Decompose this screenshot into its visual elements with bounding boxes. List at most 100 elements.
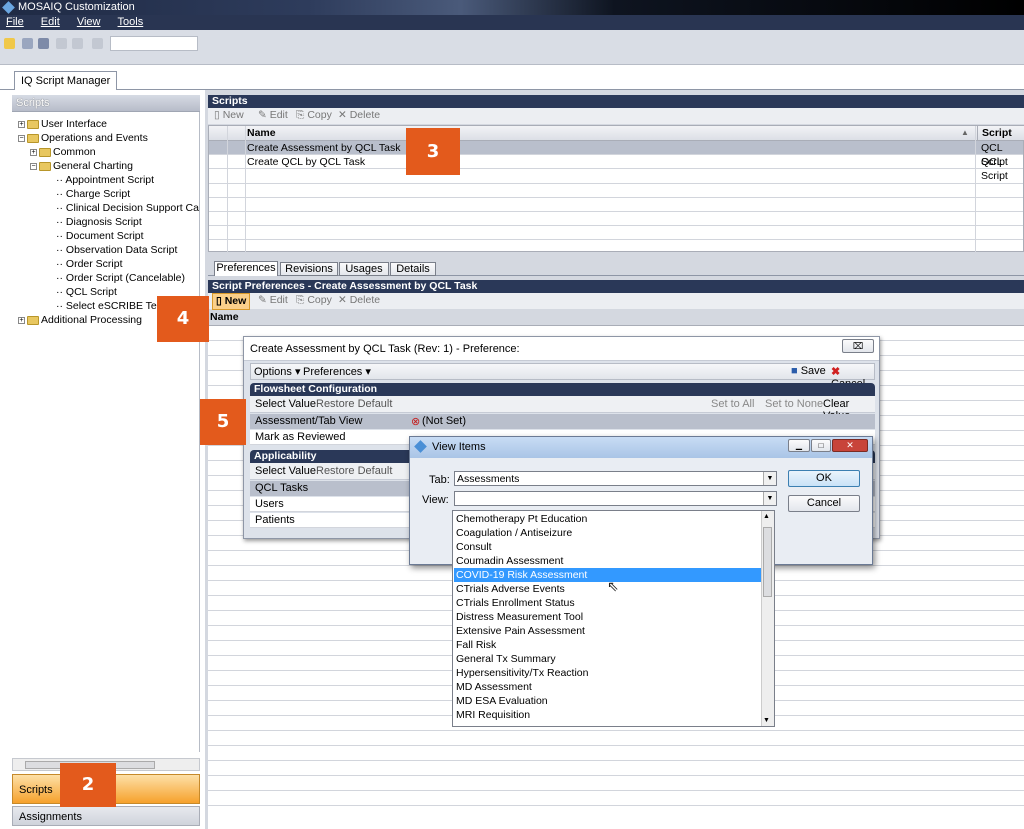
tree-item-clinical-decision[interactable]: ·· Clinical Decision Support Care <box>56 201 199 215</box>
list-item[interactable]: MD Assessment <box>454 680 761 694</box>
view-items-titlebar: View Items ▁ □ ✕ <box>410 437 872 458</box>
list-item[interactable]: MRI Requisition <box>454 708 761 722</box>
list-item[interactable]: Chemotherapy Pt Education <box>454 512 761 526</box>
tab-revisions[interactable]: Revisions <box>280 262 338 276</box>
col-name[interactable]: Name <box>247 126 276 140</box>
tree-item-additional-processing[interactable]: + Additional Processing <box>18 313 142 327</box>
tree-item-operations-and-events[interactable]: − Operations and Events <box>18 131 148 145</box>
save-all-icon[interactable] <box>38 38 49 49</box>
tree-item-observation-data-script[interactable]: ·· Observation Data Script <box>56 243 177 257</box>
preference-dialog-titlebar: Create Assessment by QCL Task (Rev: 1) -… <box>244 337 879 361</box>
scripts-delete-button[interactable]: ✕ Delete <box>338 108 380 123</box>
tree-item-charge-script[interactable]: ·· Charge Script <box>56 187 130 201</box>
list-item[interactable]: Coumadin Assessment <box>454 554 761 568</box>
tab-usages[interactable]: Usages <box>339 262 389 276</box>
app-restore-default-button[interactable]: Restore Default <box>316 465 392 477</box>
list-item[interactable]: Extensive Pain Assessment <box>454 624 761 638</box>
ok-button[interactable]: OK <box>788 470 860 487</box>
script-tree: + User Interface − Operations and Events +… <box>12 112 200 752</box>
prefs-edit-button[interactable]: ✎ Edit <box>258 293 288 308</box>
tab-preferences[interactable]: Preferences <box>214 261 278 276</box>
maximize-icon[interactable]: □ <box>811 439 831 452</box>
mouse-cursor-icon: ⇖ <box>607 578 619 594</box>
app-icon <box>2 1 15 14</box>
tree-item-diagnosis-script[interactable]: ·· Diagnosis Script <box>56 215 142 229</box>
prefs-new-button[interactable]: ▯ New <box>212 293 251 310</box>
tree-item-order-script-cancelable[interactable]: ·· Order Script (Cancelable) <box>56 271 185 285</box>
col-pref-name[interactable]: Name <box>210 310 239 324</box>
list-item[interactable]: Coagulation / Antiseizure <box>454 526 761 540</box>
view-items-title: View Items <box>432 441 486 453</box>
redo-icon[interactable] <box>72 38 83 49</box>
tree-item-order-script[interactable]: ·· Order Script <box>56 257 123 271</box>
prefs-delete-button[interactable]: ✕ Delete <box>338 293 380 308</box>
select-value-button[interactable]: Select Value <box>255 398 316 410</box>
menu-file[interactable]: File <box>6 16 24 28</box>
close-icon[interactable]: ⌧ <box>842 339 874 353</box>
table-row[interactable]: Create Assessment by QCL Task QCL Script <box>209 141 1023 168</box>
menu-tools[interactable]: Tools <box>118 16 144 28</box>
list-item[interactable]: Distress Measurement Tool <box>454 610 761 624</box>
scripts-edit-button[interactable]: ✎ Edit <box>258 108 288 123</box>
list-item[interactable]: Consult <box>454 540 761 554</box>
restore-default-button[interactable]: Restore Default <box>316 398 392 410</box>
scripts-new-button[interactable]: ▯ New <box>214 108 244 123</box>
prefs-copy-button[interactable]: ⎘ Copy <box>296 293 332 308</box>
options-menu[interactable]: Options ▾ <box>254 365 301 378</box>
table-row[interactable]: Create QCL by QCL Task QCL Script <box>209 155 1023 182</box>
app-row-label: Patients <box>255 514 295 526</box>
tree-item-select-escribe[interactable]: ·· Select eSCRIBE Tem <box>56 299 166 313</box>
app-select-value-button[interactable]: Select Value <box>255 465 316 477</box>
scroll-down-icon[interactable]: ▼ <box>763 717 770 724</box>
preferences-menu[interactable]: Preferences ▾ <box>303 365 371 378</box>
row-name: Create Assessment by QCL Task <box>247 142 401 154</box>
save-button[interactable]: ■ Save <box>791 365 826 377</box>
chevron-down-icon[interactable]: ▼ <box>763 492 776 505</box>
scripts-copy-button[interactable]: ⎘ Copy <box>296 108 332 123</box>
tree-item-qcl-script[interactable]: ·· QCL Script <box>56 285 117 299</box>
new-icon[interactable] <box>4 38 15 49</box>
tab-iq-script-manager[interactable]: IQ Script Manager <box>14 71 118 90</box>
close-icon[interactable]: ✕ <box>832 439 868 452</box>
tab-details[interactable]: Details <box>390 262 436 276</box>
minimize-icon[interactable]: ▁ <box>788 439 810 452</box>
menu-view[interactable]: View <box>77 16 101 28</box>
scroll-up-icon[interactable]: ▲ <box>763 513 770 520</box>
scripts-panel-header: Scripts <box>208 95 1024 108</box>
toolbar-combo[interactable] <box>110 36 198 51</box>
view-select[interactable]: ▼ <box>454 491 777 506</box>
menu-edit[interactable]: Edit <box>41 16 60 28</box>
tree-item-appointment-script[interactable]: ·· Appointment Script <box>56 173 154 187</box>
scripts-grid-header: Name ▲ Script Typ <box>209 126 1024 154</box>
list-item[interactable]: CTrials Enrollment Status <box>454 596 761 610</box>
dialog-app-icon <box>414 440 427 453</box>
scrollbar-thumb[interactable] <box>763 527 772 597</box>
prefs-grid-header: Name <box>208 310 1024 326</box>
pref-row-assessment-tab-view[interactable]: Assessment/Tab View ⊗ (Not Set) <box>250 414 875 429</box>
tree-item-user-interface[interactable]: + User Interface <box>18 117 107 131</box>
app-row-label: Users <box>255 498 284 510</box>
cancel-icon: ✖ <box>831 366 841 378</box>
properties-icon[interactable] <box>92 38 103 49</box>
save-icon[interactable] <box>22 38 33 49</box>
callout-3: 3 <box>406 128 460 175</box>
window-titlebar: MOSAIQ Customization <box>0 0 1024 15</box>
tab-select[interactable]: Assessments ▼ <box>454 471 777 486</box>
scripts-grid: Name ▲ Script Typ Create Assessment by Q… <box>208 125 1024 253</box>
tree-item-document-script[interactable]: ·· Document Script <box>56 229 144 243</box>
tree-item-common[interactable]: + Common <box>30 145 96 159</box>
list-item[interactable]: MD ESA Evaluation <box>454 694 761 708</box>
main-tabstrip: IQ Script Manager <box>0 68 1024 90</box>
assignments-nav-button[interactable]: Assignments <box>12 806 200 826</box>
row-name: Create QCL by QCL Task <box>247 156 366 168</box>
set-to-all-button[interactable]: Set to All <box>711 398 754 410</box>
set-to-none-button[interactable]: Set to None <box>765 398 823 410</box>
chevron-down-icon[interactable]: ▼ <box>763 472 776 485</box>
cancel-button[interactable]: Cancel <box>788 495 860 512</box>
list-item[interactable]: Fall Risk <box>454 638 761 652</box>
list-item[interactable]: General Tx Summary <box>454 652 761 666</box>
list-item[interactable]: Hypersensitivity/Tx Reaction <box>454 666 761 680</box>
undo-icon[interactable] <box>56 38 67 49</box>
tree-item-general-charting[interactable]: − General Charting <box>30 159 133 173</box>
list-vertical-scrollbar[interactable]: ▲ ▼ <box>761 511 774 726</box>
